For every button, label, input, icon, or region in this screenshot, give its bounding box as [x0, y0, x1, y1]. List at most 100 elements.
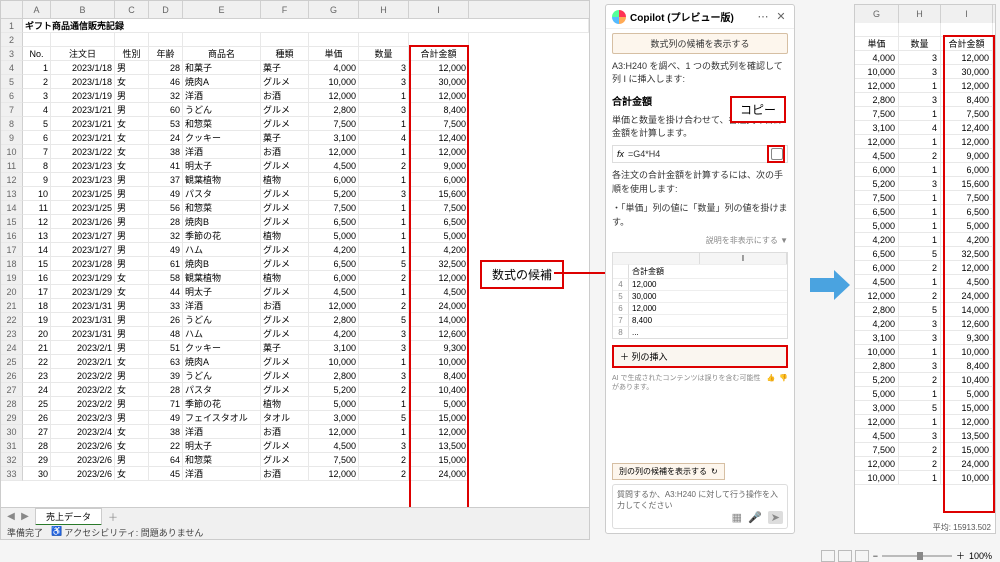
cell[interactable]: 38: [149, 425, 183, 439]
cell[interactable]: 男: [115, 103, 149, 117]
send-icon[interactable]: ➤: [768, 511, 783, 524]
col-head-A[interactable]: A: [23, 1, 51, 18]
cell[interactable]: 4,000: [309, 61, 359, 75]
result-row[interactable]: 5,200315,600: [855, 177, 995, 191]
cell[interactable]: 男: [115, 243, 149, 257]
cell[interactable]: 37: [149, 173, 183, 187]
result-row[interactable]: 7,50017,500: [855, 107, 995, 121]
data-row[interactable]: 1072023/1/22女38洋酒お酒12,000112,000: [1, 145, 589, 159]
cell[interactable]: 3: [359, 61, 409, 75]
data-row[interactable]: 15122023/1/26男28焼肉Bグルメ6,50016,500: [1, 215, 589, 229]
cell[interactable]: 2023/2/1: [51, 341, 115, 355]
cell[interactable]: 7,500: [409, 201, 469, 215]
cell[interactable]: 51: [149, 341, 183, 355]
cell[interactable]: 2: [359, 271, 409, 285]
cell[interactable]: 5: [359, 411, 409, 425]
cell[interactable]: 3: [359, 341, 409, 355]
cell[interactable]: 14: [23, 243, 51, 257]
cell[interactable]: 28: [149, 61, 183, 75]
cell[interactable]: 和惣菜: [183, 117, 261, 131]
cell[interactable]: 28: [149, 383, 183, 397]
insert-column-button[interactable]: ＋ 列の挿入: [612, 345, 788, 368]
cell[interactable]: 男: [115, 397, 149, 411]
cell[interactable]: 2023/1/29: [51, 285, 115, 299]
cell[interactable]: 男: [115, 187, 149, 201]
result-row[interactable]: 6,000212,000: [855, 261, 995, 275]
cell[interactable]: 女: [115, 425, 149, 439]
cell[interactable]: 3,100: [309, 341, 359, 355]
cell[interactable]: 24,000: [409, 299, 469, 313]
cell[interactable]: 8,400: [409, 369, 469, 383]
cell[interactable]: 22: [23, 355, 51, 369]
cell[interactable]: [309, 33, 359, 47]
col-head-D[interactable]: D: [149, 1, 183, 18]
cell[interactable]: [261, 33, 309, 47]
cell[interactable]: グルメ: [261, 369, 309, 383]
cell[interactable]: グルメ: [261, 383, 309, 397]
cell[interactable]: グルメ: [261, 439, 309, 453]
cell[interactable]: 2,800: [309, 103, 359, 117]
zoom-slider[interactable]: [882, 555, 952, 557]
cell[interactable]: [183, 33, 261, 47]
cell[interactable]: 11: [23, 201, 51, 215]
cell[interactable]: 焼肉A: [183, 355, 261, 369]
cell[interactable]: 注文日: [51, 47, 115, 61]
cell[interactable]: 2: [359, 383, 409, 397]
cell[interactable]: 数量: [359, 47, 409, 61]
data-row[interactable]: 522023/1/18女46焼肉Aグルメ10,000330,000: [1, 75, 589, 89]
cell[interactable]: 22: [149, 439, 183, 453]
cell[interactable]: 5,000: [409, 229, 469, 243]
cell[interactable]: 24,000: [409, 467, 469, 481]
cell[interactable]: 2023/2/1: [51, 355, 115, 369]
cell[interactable]: 9: [23, 173, 51, 187]
cell[interactable]: 2023/1/27: [51, 229, 115, 243]
cell[interactable]: 4,200: [409, 243, 469, 257]
result-row[interactable]: 7,500215,000: [855, 443, 995, 457]
cell[interactable]: ハム: [183, 327, 261, 341]
cell[interactable]: 植物: [261, 271, 309, 285]
cell[interactable]: 1: [359, 145, 409, 159]
cell[interactable]: 男: [115, 61, 149, 75]
cell[interactable]: 和惣菜: [183, 453, 261, 467]
data-row[interactable]: 32292023/2/6男64和惣菜グルメ7,500215,000: [1, 453, 589, 467]
cell[interactable]: [359, 33, 409, 47]
cell[interactable]: お酒: [261, 425, 309, 439]
cell[interactable]: 1: [359, 425, 409, 439]
result-row[interactable]: 4,200312,600: [855, 317, 995, 331]
data-row[interactable]: 16132023/1/27男32季節の花植物5,00015,000: [1, 229, 589, 243]
cell[interactable]: 33: [149, 299, 183, 313]
cell[interactable]: 12,000: [409, 61, 469, 75]
result-row[interactable]: 6,00016,000: [855, 163, 995, 177]
cell[interactable]: 10,000: [309, 75, 359, 89]
cell[interactable]: 15,000: [409, 453, 469, 467]
cell[interactable]: 男: [115, 173, 149, 187]
cell[interactable]: 合計金額: [409, 47, 469, 61]
cell[interactable]: 3: [23, 89, 51, 103]
cell[interactable]: 20: [23, 327, 51, 341]
cell[interactable]: グルメ: [261, 103, 309, 117]
cell[interactable]: 2023/2/4: [51, 425, 115, 439]
result-row[interactable]: 12,000112,000: [855, 135, 995, 149]
cell[interactable]: 14,000: [409, 313, 469, 327]
cell[interactable]: 10,000: [409, 355, 469, 369]
cell[interactable]: 3,000: [309, 411, 359, 425]
cell[interactable]: 商品名: [183, 47, 261, 61]
cell[interactable]: 45: [149, 467, 183, 481]
cell[interactable]: 39: [149, 369, 183, 383]
cell[interactable]: 女: [115, 271, 149, 285]
cell[interactable]: 26: [149, 313, 183, 327]
cell[interactable]: 3: [359, 369, 409, 383]
col-head-B[interactable]: B: [51, 1, 115, 18]
cell[interactable]: 男: [115, 341, 149, 355]
grid-icon[interactable]: ▦: [732, 511, 742, 524]
result-row[interactable]: 3,10039,300: [855, 331, 995, 345]
cell[interactable]: [149, 33, 183, 47]
result-row[interactable]: 12,000112,000: [855, 415, 995, 429]
cell[interactable]: 種類: [261, 47, 309, 61]
cell[interactable]: 洋酒: [183, 425, 261, 439]
result-row[interactable]: 10,000330,000: [855, 65, 995, 79]
data-row[interactable]: 24212023/2/1男51クッキー菓子3,10039,300: [1, 341, 589, 355]
cell[interactable]: 1: [359, 201, 409, 215]
cell[interactable]: 男: [115, 313, 149, 327]
cell[interactable]: 1: [359, 285, 409, 299]
